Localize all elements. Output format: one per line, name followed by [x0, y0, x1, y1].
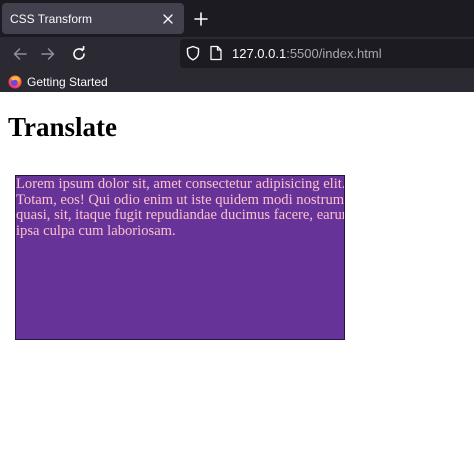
- page-icon[interactable]: [209, 45, 223, 61]
- firefox-icon: [8, 75, 22, 88]
- plus-icon: [194, 12, 208, 26]
- box-text: Lorem ipsum dolor sit, amet consectetur …: [16, 176, 345, 239]
- url-bar[interactable]: 127.0.0.1:5500/index.html: [180, 39, 474, 68]
- page-title: Translate: [8, 112, 117, 142]
- forward-button[interactable]: [35, 41, 61, 67]
- url-path: :5500/index.html: [286, 46, 382, 61]
- url-text[interactable]: 127.0.0.1:5500/index.html: [232, 45, 382, 62]
- tab-css-transform[interactable]: CSS Transform: [2, 3, 184, 34]
- url-host: 127.0.0.1: [232, 46, 287, 61]
- shield-icon[interactable]: [185, 45, 201, 61]
- bookmarks-toolbar: Getting Started: [0, 70, 474, 92]
- arrow-left-icon: [13, 48, 27, 60]
- reload-button[interactable]: [66, 41, 92, 67]
- arrow-right-icon: [41, 48, 55, 60]
- bookmark-getting-started[interactable]: Getting Started: [8, 73, 108, 90]
- page-viewport: Translate Lorem ipsum dolor sit, amet co…: [0, 92, 474, 458]
- tab-title: CSS Transform: [10, 11, 93, 26]
- new-tab-button[interactable]: [189, 7, 213, 31]
- reload-icon: [73, 46, 85, 60]
- back-button[interactable]: [7, 41, 33, 67]
- tab-strip: CSS Transform: [0, 0, 474, 37]
- translate-box: Lorem ipsum dolor sit, amet consectetur …: [15, 175, 345, 340]
- close-icon[interactable]: [157, 8, 179, 30]
- bookmark-label: Getting Started: [27, 74, 108, 89]
